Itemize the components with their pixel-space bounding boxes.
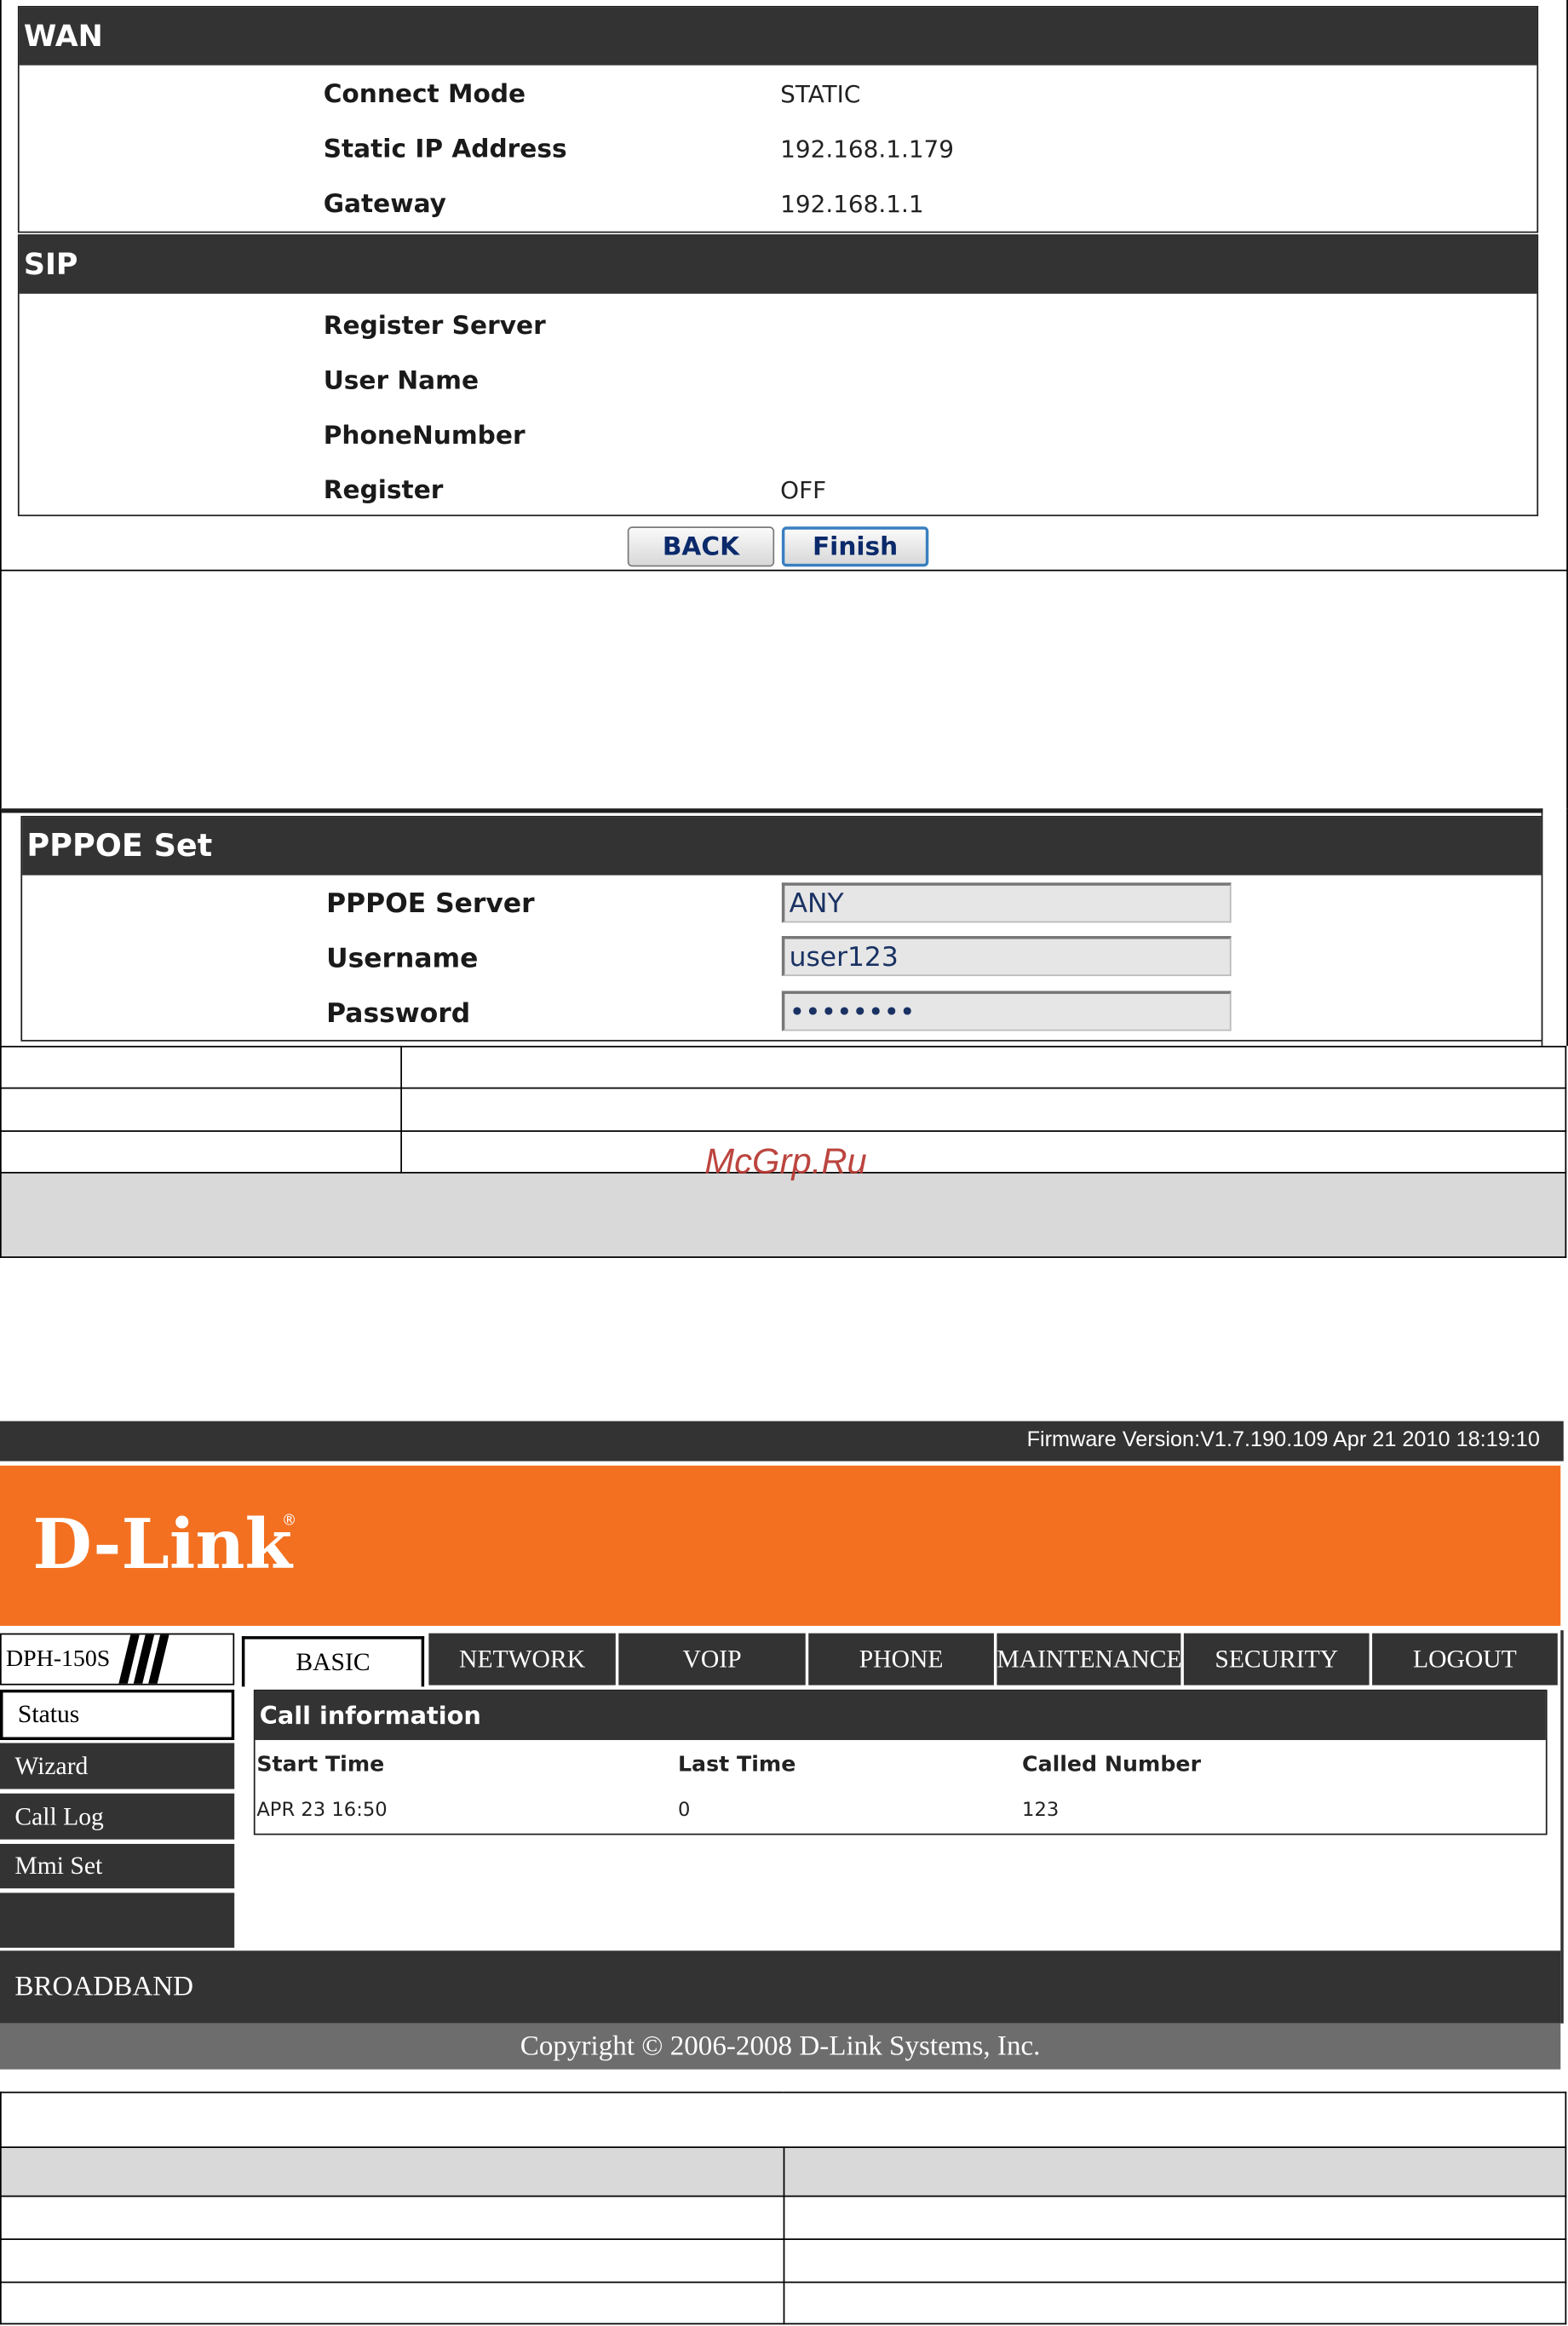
wan-header: WAN [19,7,1537,66]
tab-basic[interactable]: BASIC [241,1636,425,1687]
wizard-summary-screenshot: WAN Connect Mode STATIC Static IP Addres… [0,0,1568,571]
register-label: Register [323,476,444,506]
register-value: OFF [780,476,827,505]
pppoe-set-screenshot: PPPOE Set PPPOE Server Username Password [0,808,1568,1046]
table-cell [400,1087,1567,1132]
firmware-version: Firmware Version:V1.7.190.109 Apr 21 201… [0,1421,1564,1462]
table-header-cell [0,2146,784,2197]
table-row [0,2238,1567,2283]
sip-panel: SIP Register Server User Name PhoneNumbe… [17,234,1539,517]
table-title-cell [0,2091,1567,2148]
called-number-column-header: Called Number [1022,1753,1202,1778]
table-cell [782,2238,1567,2283]
wan-panel: WAN Connect Mode STATIC Static IP Addres… [17,5,1539,233]
back-button[interactable]: BACK [627,526,775,567]
pppoe-server-input[interactable] [781,882,1232,923]
pppoe-panel: PPPOE Set PPPOE Server Username Password [20,815,1543,1042]
register-server-label: Register Server [323,311,546,342]
connect-mode-row: Connect Mode STATIC [20,72,1537,119]
call-information-panel: Call information Start Time Last Time Ca… [253,1689,1548,1835]
sidebar-filler [0,1892,235,1948]
static-ip-label: Static IP Address [323,135,567,165]
last-time-column-header: Last Time [677,1753,796,1778]
dlink-call-info-screenshot: Firmware Version:V1.7.190.109 Apr 21 201… [0,1421,1565,2070]
pppoe-server-label: PPPOE Server [326,888,535,920]
sidebar-item-status[interactable]: Status [0,1689,235,1741]
table-header-row [0,2146,1567,2197]
blank-table-cell [0,571,1568,809]
table-row [0,2195,1567,2240]
table-cell [400,1045,1567,1089]
tab-logout[interactable]: LOGOUT [1372,1633,1558,1686]
broadband-label: BROADBAND [0,1950,1561,2024]
copyright-text: Copyright © 2006-2008 D-Link Systems, In… [0,2023,1561,2070]
static-ip-value: 192.168.1.179 [780,135,955,164]
table-cell [0,2195,784,2240]
table-cell [782,2281,1567,2325]
sidebar-item-wizard[interactable]: Wizard [0,1743,235,1789]
user-name-label: User Name [323,366,480,397]
model-stripes-icon [118,1634,169,1684]
call-information-header: Call information [255,1691,1546,1741]
last-time-value: 0 [677,1799,691,1822]
table-cell [400,1130,1567,1174]
table-note-cell [0,1171,1567,1258]
dlink-logo: D-Link [32,1504,293,1585]
tab-security[interactable]: SECURITY [1183,1633,1370,1686]
table-row [0,1087,1567,1132]
phone-number-row: PhoneNumber [20,412,1537,460]
username-label: Username [326,943,479,975]
table-cell [0,1130,403,1174]
phone-number-label: PhoneNumber [323,421,526,451]
model-badge: DPH-150S [0,1633,235,1686]
table-header-cell [782,2146,1567,2197]
start-time-column-header: Start Time [256,1753,385,1778]
gateway-label: Gateway [323,189,446,220]
table-cell [0,2281,784,2325]
registered-mark: ® [281,1513,297,1530]
tab-network[interactable]: NETWORK [428,1633,616,1686]
pppoe-header: PPPOE Set [22,817,1542,876]
screenshot-edge [1560,1630,1564,2024]
model-name: DPH-150S [5,1646,111,1672]
register-server-row: Register Server [20,302,1537,350]
table-row [0,2281,1567,2325]
sidebar-item-call-log[interactable]: Call Log [0,1793,235,1840]
tab-voip[interactable]: VOIP [618,1633,806,1686]
finish-button[interactable]: Finish [781,526,929,567]
gateway-row: Gateway 192.168.1.1 [20,181,1537,228]
parameter-table [0,2091,1567,2325]
gateway-value: 192.168.1.1 [780,189,924,219]
sip-header: SIP [19,235,1537,294]
user-name-row: User Name [20,358,1537,405]
table-cell [0,1087,403,1132]
watermark: McGrp.Ru [704,1142,867,1183]
table-cell [0,1045,403,1089]
password-label: Password [326,998,471,1030]
static-ip-row: Static IP Address 192.168.1.179 [20,126,1537,174]
table-row [0,1045,1567,1089]
start-time-value: APR 23 16:50 [256,1799,388,1822]
table-title-row [0,2091,1567,2148]
called-number-value: 123 [1022,1799,1060,1822]
manual-page: WAN Connect Mode STATIC Static IP Addres… [0,0,1568,2326]
connect-mode-label: Connect Mode [323,80,526,110]
password-input[interactable] [781,991,1232,1031]
tab-phone[interactable]: PHONE [808,1633,994,1686]
register-row: Register OFF [20,468,1537,515]
table-cell [0,2238,784,2283]
sidebar-item-mmi-set[interactable]: Mmi Set [0,1843,235,1889]
connect-mode-value: STATIC [780,80,861,109]
username-input[interactable] [781,936,1232,977]
table-cell [782,2195,1567,2240]
tab-maintenance[interactable]: MAINTENANCE [997,1633,1181,1686]
table-note-row [0,1171,1567,1258]
